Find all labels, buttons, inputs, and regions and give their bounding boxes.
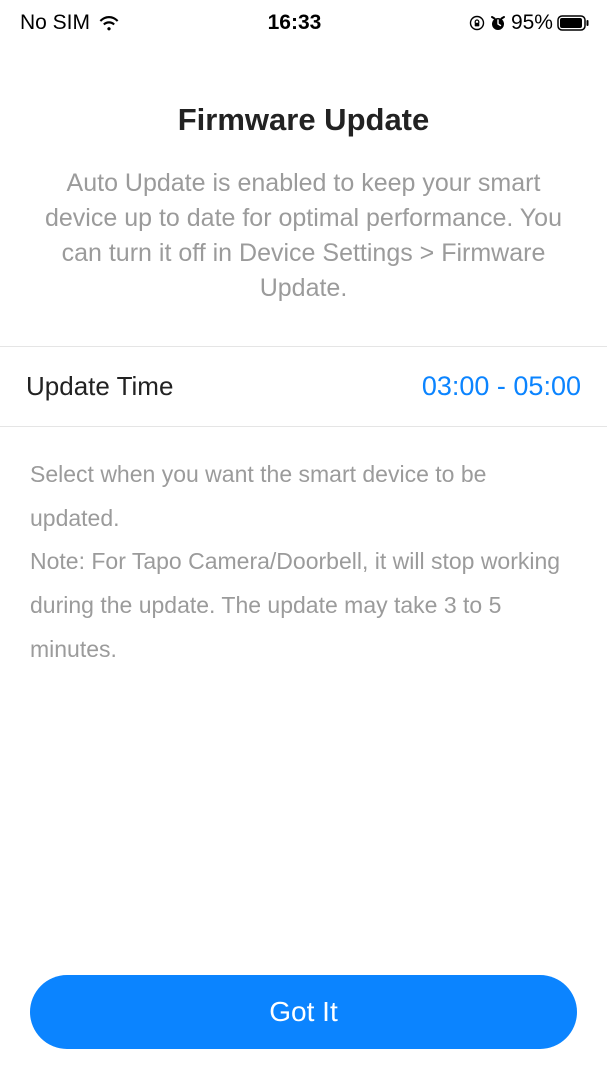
update-time-value: 03:00 - 05:00 [422, 371, 581, 402]
update-time-description: Select when you want the smart device to… [0, 427, 607, 697]
description-line1: Select when you want the smart device to… [30, 453, 577, 540]
footer: Got It [0, 975, 607, 1049]
wifi-icon [98, 15, 120, 31]
page-subtitle: Auto Update is enabled to keep your smar… [40, 166, 567, 306]
orientation-lock-icon [469, 15, 485, 31]
sim-status: No SIM [20, 11, 90, 35]
description-line2: Note: For Tapo Camera/Doorbell, it will … [30, 540, 577, 671]
status-time: 16:33 [268, 11, 322, 35]
status-right: 95% [469, 11, 589, 35]
page-title: Firmware Update [40, 102, 567, 138]
status-left: No SIM [20, 11, 120, 35]
battery-icon [557, 15, 589, 31]
alarm-icon [489, 14, 507, 32]
update-time-label: Update Time [26, 371, 173, 402]
got-it-button[interactable]: Got It [30, 975, 577, 1049]
status-bar: No SIM 16:33 95% [0, 0, 607, 42]
update-time-row[interactable]: Update Time 03:00 - 05:00 [0, 346, 607, 427]
header: Firmware Update Auto Update is enabled t… [0, 42, 607, 346]
battery-percent: 95% [511, 11, 553, 35]
